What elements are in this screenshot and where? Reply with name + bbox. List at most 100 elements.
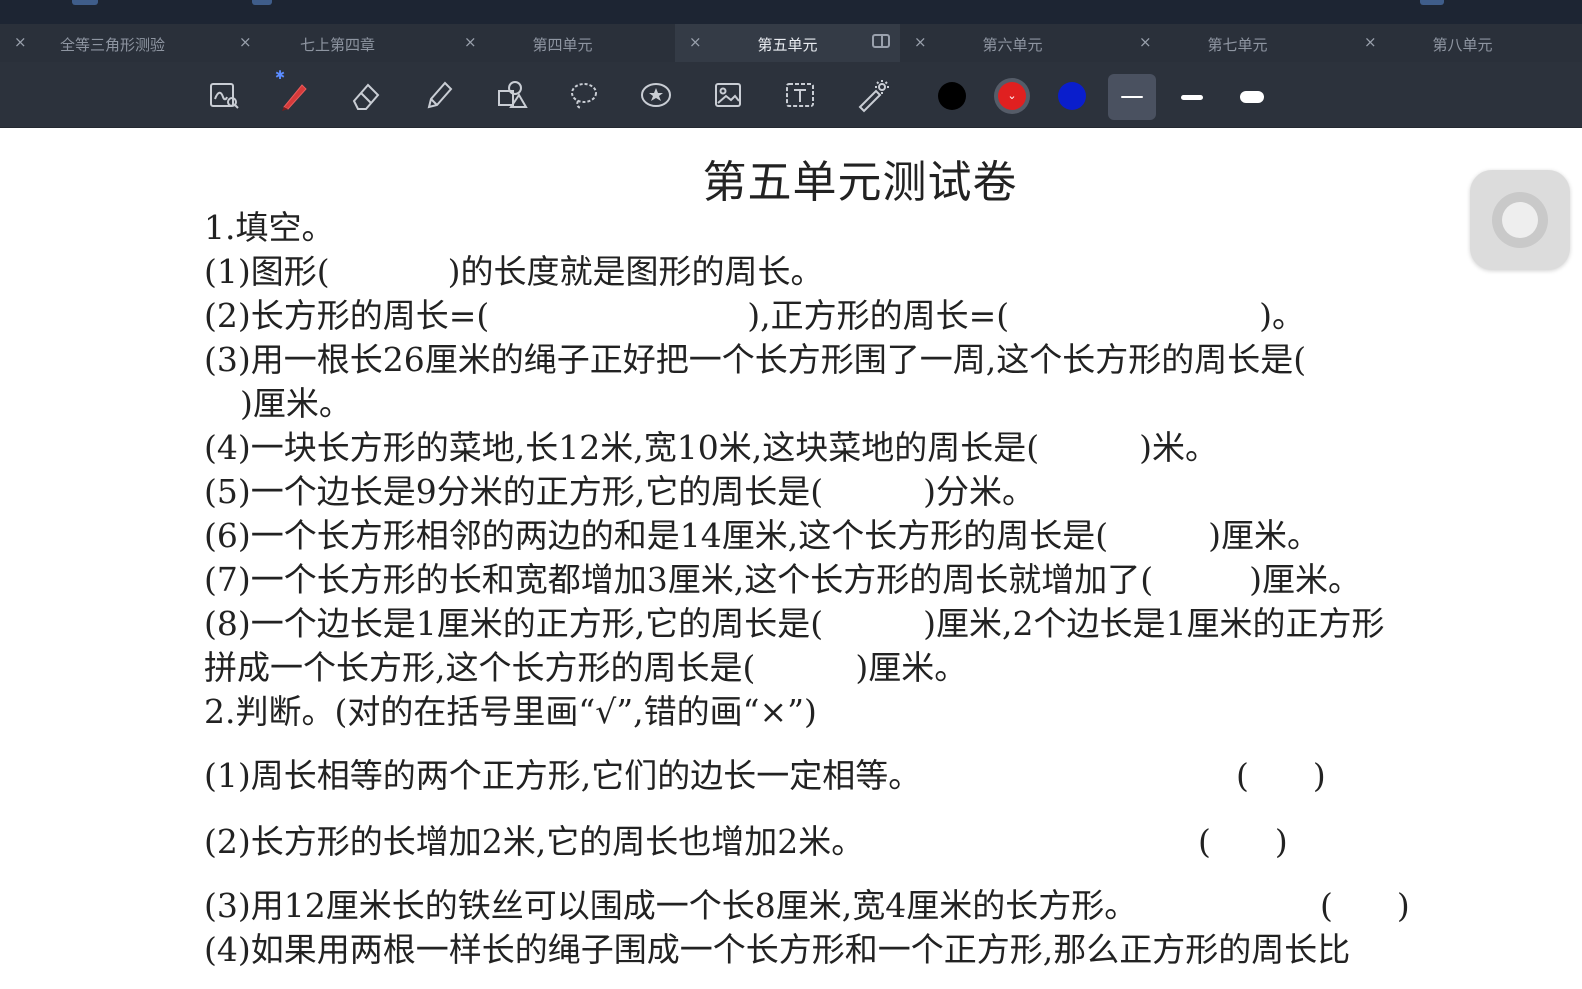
zoom-tool-icon xyxy=(210,83,239,109)
tab-label: 第八单元 xyxy=(1432,36,1493,54)
stroke-thin-icon xyxy=(1121,96,1143,98)
tab-unit-7[interactable]: × 第七单元 xyxy=(1125,24,1350,62)
answer-parens[interactable]: () xyxy=(1236,756,1326,796)
page-title: 第五单元测试卷 xyxy=(702,157,1018,208)
tab-bar: × 全等三角形测验 × 七上第四章 × 第四单元 × 第五单元 × 第六单元 ×… xyxy=(0,24,1582,62)
paren-close: ) xyxy=(1396,886,1410,925)
question-line: (7)一个长方形的长和宽都增加3厘米,这个长方形的周长就增加了( )厘米。 xyxy=(204,560,1361,600)
question-text: (8)一个边长是1厘米的正方形,它的周长是( xyxy=(204,604,824,643)
text-box-icon xyxy=(786,83,814,107)
question-text: (6)一个长方形相邻的两边的和是14厘米,这个长方形的周长是( xyxy=(204,516,1109,555)
tab-quanteng[interactable]: × 全等三角形测验 xyxy=(0,24,225,62)
tab-close-icon[interactable]: × xyxy=(1364,33,1377,51)
top-control-hint[interactable] xyxy=(72,0,98,5)
text-box-button[interactable] xyxy=(779,74,821,116)
answer-parens[interactable]: () xyxy=(1198,822,1288,862)
highlighter-button[interactable] xyxy=(418,74,460,116)
stroke-thick-icon xyxy=(1240,91,1264,103)
tab-qishang-4[interactable]: × 七上第四章 xyxy=(225,24,450,62)
paren-open: ( xyxy=(1320,886,1333,925)
question-text: )厘米。 xyxy=(855,648,968,687)
question-text: (2)长方形的周长=( xyxy=(204,296,490,335)
question-text: )厘米,2个边长是1厘米的正方形 xyxy=(923,604,1385,643)
paren-open: ( xyxy=(1198,822,1211,861)
tab-unit-8[interactable]: × 第八单元 xyxy=(1350,24,1575,62)
question-line: (4)如果用两根一样长的绳子围成一个长方形和一个正方形,那么正方形的周长比 xyxy=(204,930,1350,970)
tab-label: 第六单元 xyxy=(982,36,1043,54)
status-strip xyxy=(0,0,1582,24)
question-line: 拼成一个长方形,这个长方形的周长是( )厘米。 xyxy=(204,648,967,688)
question-text: )厘米。 xyxy=(1249,560,1361,599)
question-text: ),正方形的周长=( xyxy=(747,296,1010,335)
tab-unit-5[interactable]: × 第五单元 xyxy=(675,24,900,62)
question-text: (1)图形( xyxy=(204,252,330,291)
lasso-icon xyxy=(571,83,597,109)
pen-button[interactable]: ✱ xyxy=(273,68,315,116)
eraser-button[interactable] xyxy=(345,74,387,116)
app-window: × 全等三角形测验 × 七上第四章 × 第四单元 × 第五单元 × 第六单元 ×… xyxy=(0,0,1582,989)
image-button[interactable] xyxy=(707,74,749,116)
question-text: )米。 xyxy=(1139,428,1218,467)
top-control-hint[interactable] xyxy=(1420,0,1444,5)
sticker-button[interactable] xyxy=(635,74,677,116)
tab-close-icon[interactable]: × xyxy=(464,33,477,51)
question-text: (4)如果用两根一样长的绳子围成一个长方形和一个正方形,那么正方形的周长比 xyxy=(204,930,1351,969)
question-line: (3)用12厘米长的铁丝可以围成一个长8厘米,宽4厘米的长方形。 xyxy=(204,886,1137,926)
highlighter-icon xyxy=(427,81,453,109)
tab-close-icon[interactable]: × xyxy=(239,33,252,51)
tab-close-icon[interactable]: × xyxy=(689,33,702,51)
question-text: )厘米。 xyxy=(1208,516,1320,555)
chevron-down-icon: ⌄ xyxy=(1007,89,1017,102)
color-swatch-blue[interactable] xyxy=(1058,82,1086,110)
tab-label: 七上第四章 xyxy=(299,36,375,54)
question-text: )。 xyxy=(1259,296,1306,335)
color-swatch-black[interactable] xyxy=(938,82,966,110)
tab-unit-6[interactable]: × 第六单元 xyxy=(900,24,1125,62)
zoom-tool-button[interactable] xyxy=(203,74,245,116)
question-line: )厘米。 xyxy=(240,384,352,424)
question-line: (5)一个边长是9分米的正方形,它的周长是( )分米。 xyxy=(204,472,1035,512)
question-line: (8)一个边长是1厘米的正方形,它的周长是( )厘米,2个边长是1厘米的正方形 xyxy=(204,604,1384,644)
top-control-hint[interactable] xyxy=(252,0,272,5)
question-text: (3)用12厘米长的铁丝可以围成一个长8厘米,宽4厘米的长方形。 xyxy=(204,886,1138,925)
paren-open: ( xyxy=(1236,756,1249,795)
stroke-thin-button[interactable] xyxy=(1108,74,1156,120)
stroke-medium-button[interactable] xyxy=(1168,74,1216,120)
question-text: (5)一个边长是9分米的正方形,它的周长是( xyxy=(204,472,824,511)
question-text: (3)用一根长26厘米的绳子正好把一个长方形围了一周,这个长方形的周长是( xyxy=(204,340,1307,379)
color-swatch-red[interactable]: ⌄ xyxy=(998,82,1026,110)
answer-parens[interactable]: () xyxy=(1320,886,1410,926)
assistive-touch-button[interactable] xyxy=(1470,170,1570,270)
question-text: 拼成一个长方形,这个长方形的周长是( xyxy=(204,648,756,687)
laser-pointer-button[interactable] xyxy=(851,74,893,116)
split-view-icon[interactable] xyxy=(872,34,890,48)
shapes-icon xyxy=(498,81,528,108)
question-text: (1)周长相等的两个正方形,它们的边长一定相等。 xyxy=(204,756,922,795)
shapes-button[interactable] xyxy=(490,74,532,116)
document-page[interactable]: 第五单元测试卷 1.填空。 (1)图形()的长度就是图形的周长。 (2)长方形的… xyxy=(0,128,1582,989)
tab-unit-4[interactable]: × 第四单元 xyxy=(450,24,675,62)
question-text: (7)一个长方形的长和宽都增加3厘米,这个长方形的周长就增加了( xyxy=(204,560,1154,599)
tab-close-icon[interactable]: × xyxy=(1139,33,1152,51)
tab-close-icon[interactable]: × xyxy=(14,33,27,51)
question-line: (6)一个长方形相邻的两边的和是14厘米,这个长方形的周长是( )厘米。 xyxy=(204,516,1320,556)
tab-label: 第七单元 xyxy=(1207,36,1268,54)
question-line: (2)长方形的长增加2米,它的周长也增加2米。 xyxy=(204,822,864,862)
question-line: (3)用一根长26厘米的绳子正好把一个长方形围了一周,这个长方形的周长是( xyxy=(204,340,1306,380)
paren-close: ) xyxy=(1274,822,1288,861)
q1-heading: 1.填空。 xyxy=(204,208,335,247)
lasso-button[interactable] xyxy=(563,74,605,116)
stroke-thick-button[interactable] xyxy=(1228,74,1276,120)
question-text: )分米。 xyxy=(923,472,1035,511)
tab-label: 第五单元 xyxy=(757,36,818,54)
tab-close-icon[interactable]: × xyxy=(914,33,927,51)
sticker-icon xyxy=(641,83,671,107)
eraser-icon xyxy=(352,83,380,110)
pen-icon xyxy=(282,84,307,111)
question-line: (4)一块长方形的菜地,长12米,宽10米,这块菜地的周长是()米。 xyxy=(204,428,1218,468)
question-text: (2)长方形的长增加2米,它的周长也增加2米。 xyxy=(204,822,865,861)
assistive-touch-dot xyxy=(1502,202,1538,238)
laser-pointer-icon xyxy=(858,80,889,113)
stroke-medium-icon xyxy=(1181,94,1203,100)
paren-close: ) xyxy=(1312,756,1326,795)
